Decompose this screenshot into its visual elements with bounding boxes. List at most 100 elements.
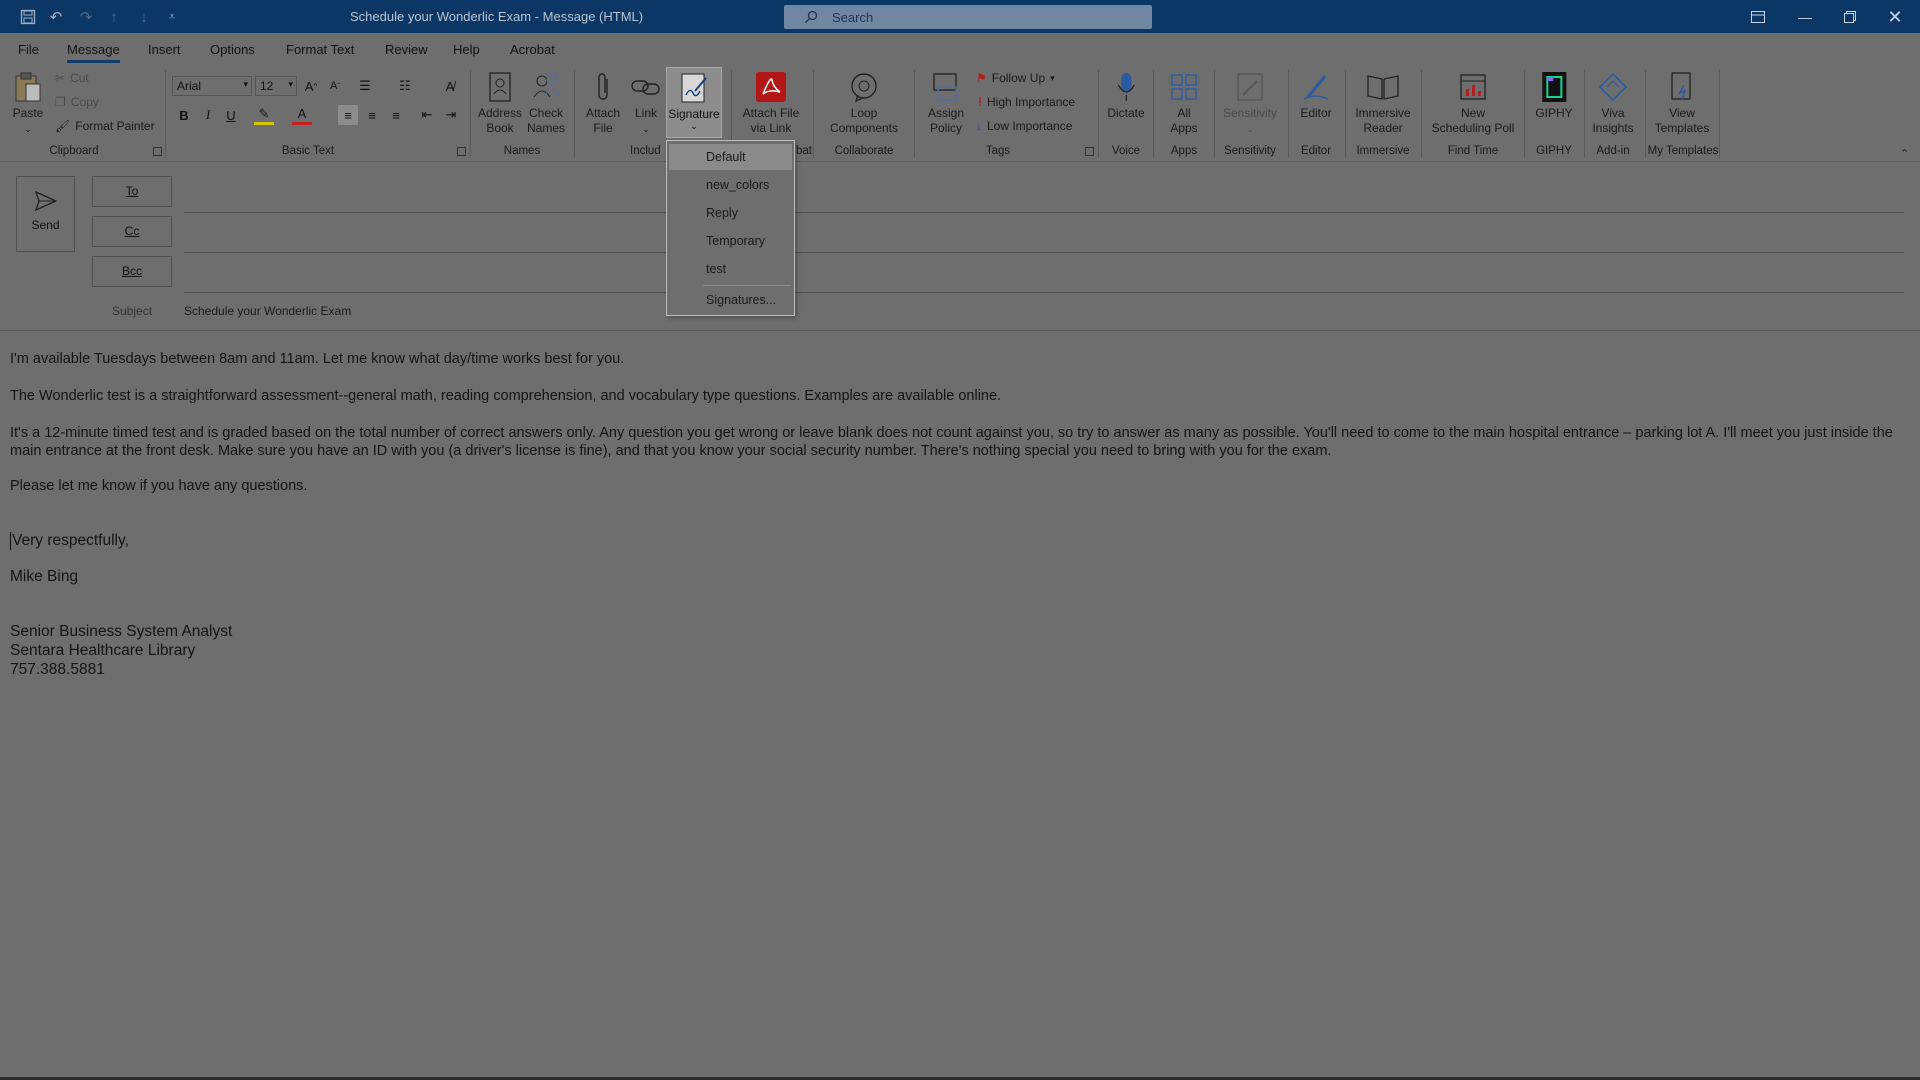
check-names-icon — [529, 70, 563, 104]
underline-icon[interactable]: U — [221, 105, 241, 125]
redo-icon[interactable]: ↷ — [76, 7, 96, 27]
bcc-field[interactable] — [184, 292, 1904, 293]
decrease-indent-icon[interactable]: ⇤ — [417, 105, 437, 125]
group-label-basic-text: Basic Text — [281, 145, 335, 157]
link-label: Link — [634, 106, 657, 120]
cc-field[interactable] — [184, 252, 1904, 253]
group-label-names: Names — [503, 145, 541, 157]
tab-review[interactable]: Review — [385, 42, 428, 57]
previous-item-icon[interactable]: ↑ — [104, 7, 124, 27]
tab-options[interactable]: Options — [210, 42, 255, 57]
signature-button[interactable]: Signature ⌄ — [666, 67, 722, 138]
link-icon — [629, 70, 663, 104]
italic-icon[interactable]: I — [198, 105, 218, 125]
signature-closing[interactable]: Very respectfully, — [10, 532, 129, 550]
body-paragraph[interactable]: Please let me know if you have any quest… — [10, 478, 307, 494]
group-separator — [165, 70, 166, 158]
signature-name[interactable]: Mike Bing — [10, 568, 78, 586]
tab-insert[interactable]: Insert — [148, 42, 181, 57]
chevron-down-icon: ▾ — [288, 79, 293, 89]
signature-option-default[interactable]: Default — [669, 144, 792, 170]
copy-icon: ❐ — [55, 95, 66, 109]
font-name-value: Arial — [177, 79, 202, 93]
address-book-button[interactable]: Address Book — [478, 68, 522, 136]
cut-label: Cut — [70, 71, 89, 85]
save-icon[interactable] — [18, 7, 38, 27]
highlight-icon[interactable]: ✎ — [254, 105, 274, 125]
signature-organization[interactable]: Sentara Healthcare Library — [10, 642, 195, 660]
grow-font-icon[interactable]: A ^ — [301, 76, 321, 96]
next-item-icon[interactable]: ↓ — [134, 7, 154, 27]
search-box[interactable]: Search — [784, 5, 1152, 29]
restore-button[interactable] — [1828, 4, 1872, 30]
numbering-icon[interactable]: ☷ — [395, 76, 415, 96]
align-left-icon[interactable]: ≡ — [338, 105, 358, 125]
align-center-icon[interactable]: ≡ — [362, 105, 382, 125]
to-field[interactable] — [184, 212, 1904, 213]
menu-separator — [703, 285, 791, 286]
subject-field[interactable]: Schedule your Wonderlic Exam — [184, 304, 351, 318]
check-names-button[interactable]: Check Names — [526, 68, 566, 136]
chevron-down-icon: ▾ — [243, 79, 248, 89]
clipboard-launcher-icon[interactable] — [153, 147, 162, 156]
collapse-ribbon-icon[interactable]: ⌃ — [1900, 147, 1909, 160]
cc-button[interactable]: Cc — [92, 216, 172, 247]
format-painter-label: Format Painter — [75, 119, 155, 133]
bcc-button[interactable]: Bcc — [92, 256, 172, 287]
ribbon: Paste ⌄ ✂ Cut ❐ Copy 🖌 Format Painter Clipbo… — [0, 66, 1920, 162]
minimize-button[interactable]: — — [1783, 4, 1827, 30]
group-separator — [470, 70, 471, 158]
paste-label: Paste — [12, 106, 44, 120]
paste-button[interactable]: Paste ⌄ — [11, 68, 45, 137]
signature-option-test[interactable]: test — [669, 256, 792, 282]
tab-acrobat[interactable]: Acrobat — [510, 42, 555, 57]
signature-option-temporary[interactable]: Temporary — [669, 228, 792, 254]
increase-indent-icon[interactable]: ⇥ — [441, 105, 461, 125]
tab-file[interactable]: File — [18, 42, 39, 57]
bold-icon[interactable]: B — [174, 105, 194, 125]
tab-help[interactable]: Help — [453, 42, 480, 57]
body-paragraph[interactable]: It's a 12-minute timed test and is grade… — [10, 424, 1905, 460]
tab-format-text[interactable]: Format Text — [286, 42, 354, 57]
copy-button[interactable]: ❐ Copy — [55, 95, 99, 109]
signature-title[interactable]: Senior Business System Analyst — [10, 623, 232, 641]
signature-option-reply[interactable]: Reply — [669, 200, 792, 226]
link-button[interactable]: Link ⌄ — [629, 68, 663, 137]
send-label: Send — [31, 218, 60, 232]
close-button[interactable]: ✕ — [1873, 4, 1917, 30]
title-bar: ↶ ↷ ↑ ↓ ⩡ Schedule your Wonderlic Exam -… — [0, 0, 1920, 33]
align-right-icon[interactable]: ≡ — [386, 105, 406, 125]
tab-message[interactable]: Message — [67, 42, 120, 63]
chevron-down-icon: ⌄ — [690, 121, 698, 131]
send-button[interactable]: Send — [16, 176, 75, 252]
ribbon-display-options-icon[interactable] — [1736, 4, 1780, 30]
attach-file-label: Attach File — [585, 106, 621, 135]
format-painter-button[interactable]: 🖌 Format Painter — [55, 119, 155, 133]
signature-option-new-colors[interactable]: new_colors — [669, 172, 792, 198]
group-label-clipboard: Clipboard — [49, 145, 99, 157]
clipboard-icon — [11, 70, 45, 104]
scissors-icon: ✂ — [55, 71, 66, 85]
undo-icon[interactable]: ↶ — [46, 7, 66, 27]
signature-icon — [677, 71, 711, 105]
bullets-icon[interactable]: ☰ — [355, 76, 375, 96]
to-button[interactable]: To — [92, 176, 172, 207]
window-title: Schedule your Wonderlic Exam - Message (… — [350, 9, 644, 24]
group-label-acrobat: bat — [796, 145, 812, 157]
signature-phone[interactable]: 757.388.5881 — [10, 661, 105, 679]
signature-label: Signature — [668, 107, 720, 121]
clear-formatting-icon[interactable]: A̸ — [440, 76, 460, 96]
body-paragraph[interactable]: The Wonderlic test is a straightforward … — [10, 388, 1001, 404]
body-paragraph[interactable]: I'm available Tuesdays between 8am and 1… — [10, 351, 624, 367]
cut-button[interactable]: ✂ Cut — [55, 71, 89, 85]
font-size-select[interactable]: 12 ▾ — [255, 76, 297, 96]
paperclip-icon — [586, 70, 620, 104]
customize-toolbar-icon[interactable]: ⩡ — [162, 7, 182, 27]
shrink-font-icon[interactable]: Aˇ — [325, 76, 345, 96]
font-name-select[interactable]: Arial ▾ — [172, 76, 252, 96]
signatures-manage-option[interactable]: Signatures... — [669, 287, 792, 313]
basic-text-launcher-icon[interactable] — [457, 147, 466, 156]
font-color-icon[interactable]: A — [292, 105, 312, 125]
send-icon — [17, 190, 74, 214]
attach-file-button[interactable]: Attach File — [583, 68, 623, 136]
